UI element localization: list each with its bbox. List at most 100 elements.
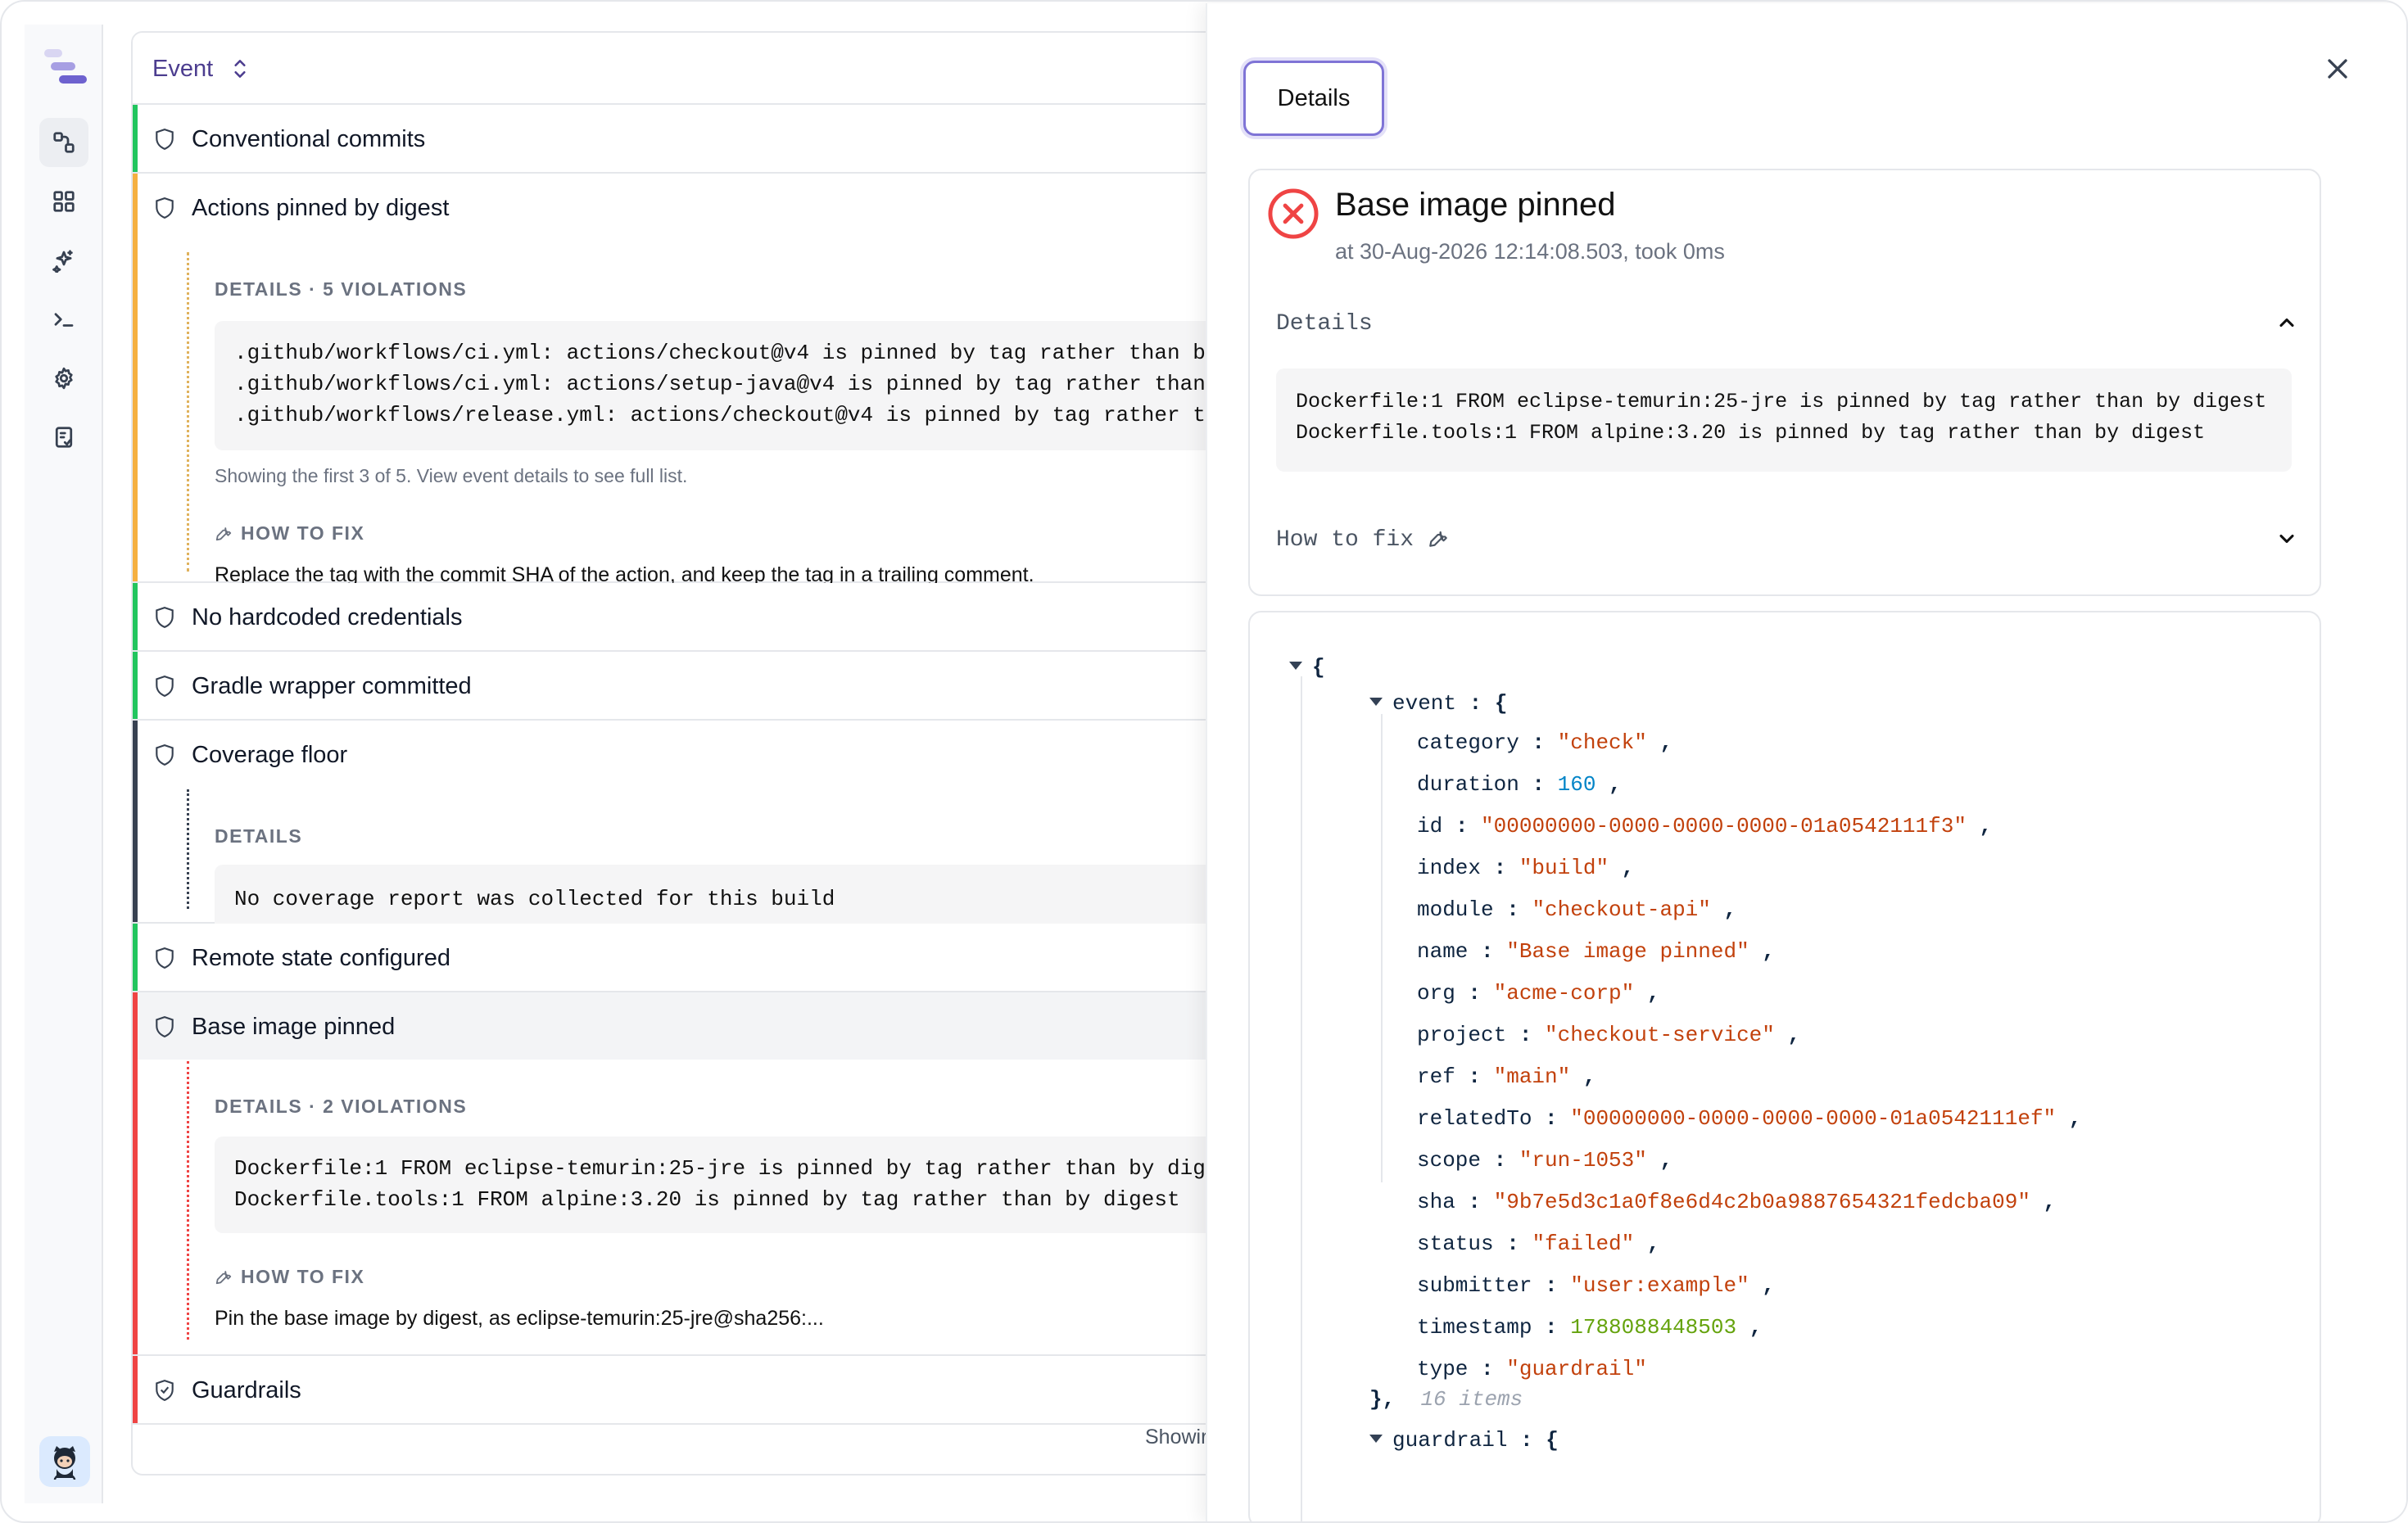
json-key: index (1417, 856, 1482, 880)
json-field-name: name : "Base image pinned" , (1417, 939, 1775, 964)
event-table: Event Conventional commits Actions pinne… (131, 31, 1278, 1476)
nav-terminal-icon[interactable] (39, 295, 88, 344)
violations-code: .github/workflows/ci.yml: actions/checko… (215, 321, 1276, 450)
json-value: "acme-corp" (1493, 981, 1635, 1006)
json-event-close: }, 16 items (1369, 1387, 1523, 1412)
json-value: "guardrail" (1506, 1357, 1647, 1381)
json-root-toggle[interactable]: { (1289, 655, 1325, 680)
json-value: "check" (1557, 730, 1647, 755)
row-title: Gradle wrapper committed (192, 673, 472, 699)
app-logo[interactable] (44, 46, 88, 87)
event-column-label: Event (152, 56, 214, 82)
status-bar (133, 652, 138, 719)
row-title: Coverage floor (192, 742, 348, 768)
github-avatar[interactable] (39, 1436, 90, 1487)
table-row[interactable]: Gradle wrapper committed (133, 652, 1276, 721)
chevron-down-icon[interactable] (2275, 527, 2298, 550)
json-field-index: index : "build" , (1417, 856, 1635, 880)
shield-icon (156, 607, 174, 629)
json-value: "build" (1519, 856, 1609, 880)
row-title: Actions pinned by digest (192, 195, 450, 221)
table-row[interactable]: Remote state configured (133, 924, 1276, 992)
json-key: type (1417, 1357, 1469, 1381)
sidebar (25, 25, 103, 1503)
json-guardrail-toggle[interactable]: guardrail : { (1369, 1428, 1559, 1453)
sort-toggle-icon[interactable] (229, 56, 251, 82)
json-key: scope (1417, 1148, 1482, 1173)
nav-workflows-icon[interactable] (39, 118, 88, 167)
json-field-scope: scope : "run-1053" , (1417, 1148, 1673, 1173)
event-subtitle: at 30-Aug-2026 12:14:08.503, took 0ms (1335, 239, 1725, 264)
row-title: Conventional commits (192, 126, 426, 152)
nav-ai-sparkles-icon[interactable] (39, 236, 88, 285)
json-value: "00000000-0000-0000-0000-01a0542111ef" (1570, 1106, 2057, 1131)
status-bar (133, 105, 138, 172)
json-field-timestamp: timestamp : 1788088448503 , (1417, 1315, 1763, 1340)
json-key: module (1417, 897, 1494, 922)
how-to-fix-label: HOW TO FIX (215, 522, 364, 545)
json-field-category: category : "check" , (1417, 730, 1673, 755)
json-value: 1788088448503 (1570, 1315, 1737, 1340)
json-field-status: status : "failed" , (1417, 1232, 1660, 1256)
shield-icon (156, 1016, 174, 1038)
how-to-fix-label: HOW TO FIX (215, 1266, 364, 1288)
shield-icon (156, 197, 174, 219)
nav-settings-gear-icon[interactable] (39, 354, 88, 403)
shield-icon (156, 129, 174, 151)
json-field-ref: ref : "main" , (1417, 1064, 1596, 1089)
json-key: category (1417, 730, 1519, 755)
json-value: "failed" (1532, 1232, 1635, 1256)
json-value: "00000000-0000-0000-0000-01a0542111f3" (1481, 814, 1967, 838)
nav-report-icon[interactable] (39, 413, 88, 462)
table-row-expanded[interactable]: Coverage floor DETAILS No coverage repor… (133, 721, 1276, 937)
json-field-type: type : "guardrail" (1417, 1357, 1647, 1381)
close-icon[interactable] (2321, 52, 2354, 85)
json-viewer: { event : { category : "check" , duration… (1248, 611, 2321, 1521)
json-key: timestamp (1417, 1315, 1532, 1340)
tab-details[interactable]: Details (1243, 61, 1384, 136)
json-event-toggle[interactable]: event : { (1369, 691, 1507, 716)
row-title: Guardrails (192, 1377, 301, 1403)
json-key: submitter (1417, 1273, 1532, 1298)
shield-check-icon (156, 1380, 174, 1402)
json-key: duration (1417, 772, 1519, 797)
how-to-fix-text: Pin the base image by digest, as eclipse… (215, 1307, 824, 1330)
pagination-text: Showir (1145, 1426, 1208, 1448)
wrench-icon (1429, 531, 1447, 547)
json-key: sha (1417, 1190, 1455, 1214)
json-field-org: org : "acme-corp" , (1417, 981, 1660, 1006)
chevron-up-icon[interactable] (2275, 311, 2298, 334)
nav-dashboard-icon[interactable] (39, 177, 88, 226)
json-key: id (1417, 814, 1443, 838)
json-field-relatedTo: relatedTo : "00000000-0000-0000-0000-01a… (1417, 1106, 2082, 1131)
wrench-icon (215, 1271, 232, 1285)
table-row-expanded[interactable]: Actions pinned by digest DETAILS · 5 VIO… (133, 174, 1276, 586)
event-summary-card: Base image pinned at 30-Aug-2026 12:14:0… (1248, 169, 2321, 596)
status-bar (133, 924, 138, 991)
details-accordion-label[interactable]: Details (1276, 311, 1373, 337)
table-row[interactable]: Conventional commits (133, 105, 1276, 174)
shield-icon (156, 947, 174, 969)
status-bar (133, 992, 138, 1354)
json-field-submitter: submitter : "user:example" , (1417, 1273, 1775, 1298)
table-row-selected[interactable]: Base image pinned DETAILS · 2 VIOLATIONS… (133, 992, 1276, 1356)
error-circle-icon (1268, 188, 1319, 239)
json-key: status (1417, 1232, 1494, 1256)
json-field-sha: sha : "9b7e5d3c1a0f8e6d4c2b0a9887654321f… (1417, 1190, 2057, 1214)
table-row[interactable]: No hardcoded credentials (133, 583, 1276, 652)
shield-icon (156, 676, 174, 698)
json-value: 160 (1557, 772, 1596, 797)
status-bar (133, 721, 138, 922)
details-label: DETAILS · 2 VIOLATIONS (215, 1096, 468, 1117)
json-value: "9b7e5d3c1a0f8e6d4c2b0a9887654321fedcba0… (1493, 1190, 2030, 1214)
shield-icon (156, 744, 174, 766)
json-value: "Base image pinned" (1506, 939, 1749, 964)
row-title: Remote state configured (192, 945, 450, 971)
wrench-icon (215, 527, 232, 541)
table-row[interactable]: Guardrails (133, 1356, 1276, 1425)
how-to-fix-accordion[interactable]: How to fix (1276, 527, 1449, 553)
json-value: "user:example" (1570, 1273, 1749, 1298)
json-field-project: project : "checkout-service" , (1417, 1023, 1801, 1047)
json-value: "run-1053" (1519, 1148, 1647, 1173)
event-column-header[interactable]: Event (133, 33, 1276, 105)
